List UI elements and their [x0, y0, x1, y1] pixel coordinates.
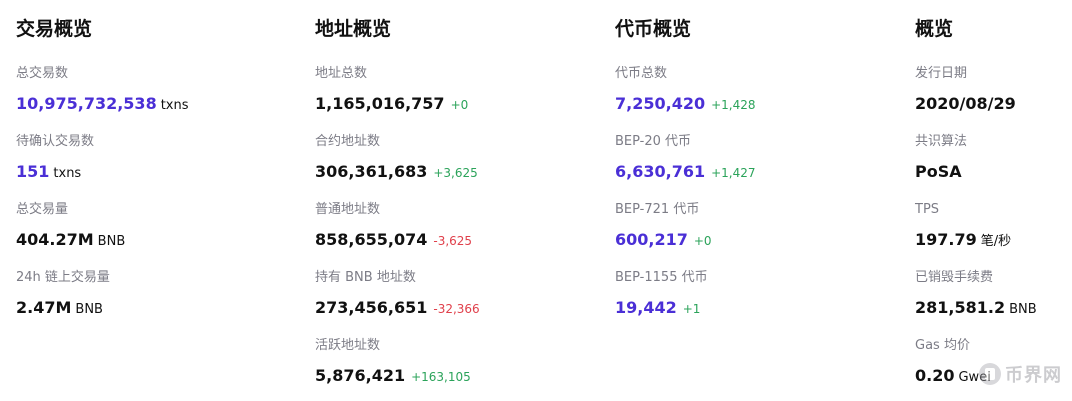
stat-tps: TPS 197.79 笔/秒: [915, 202, 1011, 250]
stat-label: BEP-20 代币: [615, 134, 692, 149]
stat-delta: -32,366: [433, 302, 480, 316]
stat-value: 2020/08/29: [915, 94, 1016, 113]
stat-label: 普通地址数: [315, 202, 381, 217]
overview-dashboard: 交易概览 总交易数 10,975,732,538 txns 待确认交易数 151 t…: [0, 0, 1072, 401]
stat-label: 地址总数: [315, 66, 368, 81]
stat-value: 5,876,421: [315, 366, 406, 385]
stat-value: PoSA: [915, 162, 962, 181]
stat-value: 1,165,016,757: [315, 94, 445, 113]
stat-label: 发行日期: [915, 66, 968, 81]
stat-value[interactable]: 7,250,420: [615, 94, 705, 113]
stat-unit: BNB: [97, 234, 126, 249]
stat-value: 404.27M: [16, 230, 94, 249]
stat-label: TPS: [915, 202, 940, 217]
stat-unit: BNB: [1009, 302, 1037, 317]
chain-overview: 概览 发行日期 2020/08/29 共识算法 PoSA TPS 197.79 笔…: [915, 0, 1065, 401]
stat-unit: txns: [160, 98, 189, 113]
stat-delta: +1: [682, 302, 701, 316]
stat-value: 0.20: [915, 366, 955, 385]
stat-delta: +0: [450, 98, 469, 112]
stat-delta: +1,428: [711, 98, 756, 112]
stat-label: 活跃地址数: [315, 338, 381, 353]
stat-24h-volume: 24h 链上交易量 2.47M BNB: [16, 270, 110, 318]
stat-label: BEP-1155 代币: [615, 270, 708, 285]
stat-value[interactable]: 151: [16, 162, 49, 181]
stat-label: 总交易数: [16, 66, 69, 81]
stat-delta: +3,625: [433, 166, 478, 180]
stat-label: 24h 链上交易量: [16, 270, 110, 285]
stat-label: Gas 均价: [915, 338, 970, 353]
stat-unit: BNB: [75, 302, 103, 317]
stat-delta: +1,427: [711, 166, 756, 180]
stat-label: 总交易量: [16, 202, 69, 217]
stat-value[interactable]: 6,630,761: [615, 162, 705, 181]
stat-label: 代币总数: [615, 66, 668, 81]
section-title: 代币概览: [615, 18, 692, 40]
tokens-overview: 代币概览 代币总数 7,250,420 +1,428 BEP-20 代币 6,63…: [615, 0, 897, 401]
stat-value[interactable]: 600,217: [615, 230, 688, 249]
stat-label: 合约地址数: [315, 134, 381, 149]
addresses-overview: 地址概览 地址总数 1,165,016,757 +0 合约地址数 306,361,…: [315, 0, 597, 401]
stat-bep20-tokens: BEP-20 代币 6,630,761 +1,427: [615, 134, 756, 182]
stat-value: 281,581.2: [915, 298, 1006, 317]
stat-launch-date: 发行日期 2020/08/29: [915, 66, 1016, 114]
stat-burnt-fees: 已销毁手续费 281,581.2 BNB: [915, 270, 1037, 318]
stat-total-transactions: 总交易数 10,975,732,538 txns: [16, 66, 189, 114]
stat-contract-addresses: 合约地址数 306,361,683 +3,625: [315, 134, 478, 182]
stat-value: 858,655,074: [315, 230, 428, 249]
transactions-overview: 交易概览 总交易数 10,975,732,538 txns 待确认交易数 151 t…: [16, 0, 298, 401]
stat-regular-addresses: 普通地址数 858,655,074 -3,625: [315, 202, 472, 250]
stat-label: 共识算法: [915, 134, 968, 149]
section-title: 交易概览: [16, 18, 93, 40]
stat-active-addresses: 活跃地址数 5,876,421 +163,105: [315, 338, 471, 386]
stat-value[interactable]: 10,975,732,538: [16, 94, 157, 113]
stat-gas-price: Gas 均价 0.20 Gwei: [915, 338, 991, 386]
stat-label: 持有 BNB 地址数: [315, 270, 416, 285]
stat-consensus: 共识算法 PoSA: [915, 134, 967, 182]
stat-total-volume: 总交易量 404.27M BNB: [16, 202, 125, 250]
stat-label: 待确认交易数: [16, 134, 95, 149]
stat-delta: +163,105: [411, 370, 471, 384]
stat-label: BEP-721 代币: [615, 202, 700, 217]
stat-delta: +0: [693, 234, 712, 248]
stat-bep1155-tokens: BEP-1155 代币 19,442 +1: [615, 270, 708, 318]
stat-pending-transactions: 待确认交易数 151 txns: [16, 134, 94, 182]
stat-total-tokens: 代币总数 7,250,420 +1,428: [615, 66, 756, 114]
stat-value: 2.47M: [16, 298, 72, 317]
stat-label: 已销毁手续费: [915, 270, 994, 285]
stat-unit: 笔/秒: [980, 234, 1012, 249]
stat-total-addresses: 地址总数 1,165,016,757 +0: [315, 66, 468, 114]
stat-unit: Gwei: [958, 370, 991, 385]
stat-bnb-holder-addresses: 持有 BNB 地址数 273,456,651 -32,366: [315, 270, 480, 318]
stat-value: 306,361,683: [315, 162, 428, 181]
section-title: 地址概览: [315, 18, 392, 40]
stat-value: 197.79: [915, 230, 977, 249]
stat-delta: -3,625: [433, 234, 473, 248]
section-title: 概览: [915, 18, 954, 40]
stat-value: 273,456,651: [315, 298, 428, 317]
stat-value[interactable]: 19,442: [615, 298, 677, 317]
stat-bep721-tokens: BEP-721 代币 600,217 +0: [615, 202, 712, 250]
stat-unit: txns: [53, 166, 82, 181]
